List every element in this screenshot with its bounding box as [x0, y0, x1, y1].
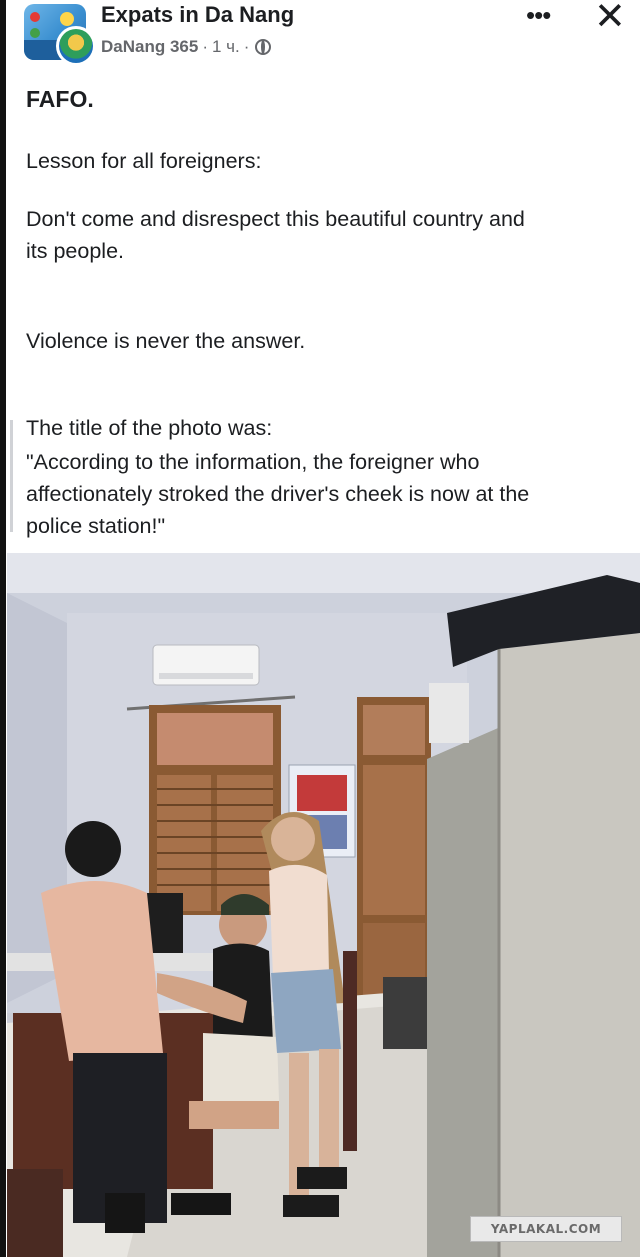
post-time[interactable]: 1 ч. [212, 37, 240, 57]
screen-edge [0, 0, 6, 1257]
close-icon[interactable]: ✕ [594, 0, 626, 39]
avatar-stack[interactable] [24, 4, 96, 68]
quote-line: "According to the information, the forei… [26, 450, 480, 474]
more-dots-icon[interactable]: ••• [526, 0, 551, 31]
post-paragraph: Violence is never the answer. [26, 329, 306, 353]
meta-separator: · [202, 37, 208, 56]
group-avatar-flag-dot [30, 12, 40, 22]
post-header: Expats in Da Nang DaNang 365 · 1 ч. · ••… [0, 0, 640, 72]
author-name[interactable]: DaNang 365 [101, 37, 198, 57]
quote-intro: The title of the photo was: [26, 416, 273, 440]
police-station-photo [7, 553, 640, 1257]
group-name[interactable]: Expats in Da Nang [101, 2, 294, 28]
post-meta: DaNang 365 · 1 ч. · [101, 37, 272, 57]
quote-line: affectionately stroked the driver's chee… [26, 482, 530, 506]
author-avatar-image [59, 29, 93, 63]
author-avatar[interactable] [56, 26, 96, 66]
group-avatar-leaf-dot [30, 28, 40, 38]
quote-line: police station!" [26, 514, 166, 538]
watermark: YAPLAKAL.COM [470, 1216, 622, 1242]
quote-bar [10, 420, 13, 532]
post-paragraph-line: Don't come and disrespect this beautiful… [26, 207, 525, 231]
globe-icon [255, 39, 272, 55]
post-photo[interactable] [7, 553, 640, 1257]
post-headline: FAFO. [26, 86, 94, 112]
post-paragraph-line: its people. [26, 239, 125, 263]
meta-separator-2: · [243, 37, 250, 56]
group-avatar-sun [60, 12, 74, 26]
post-paragraph: Lesson for all foreigners: [26, 149, 262, 173]
